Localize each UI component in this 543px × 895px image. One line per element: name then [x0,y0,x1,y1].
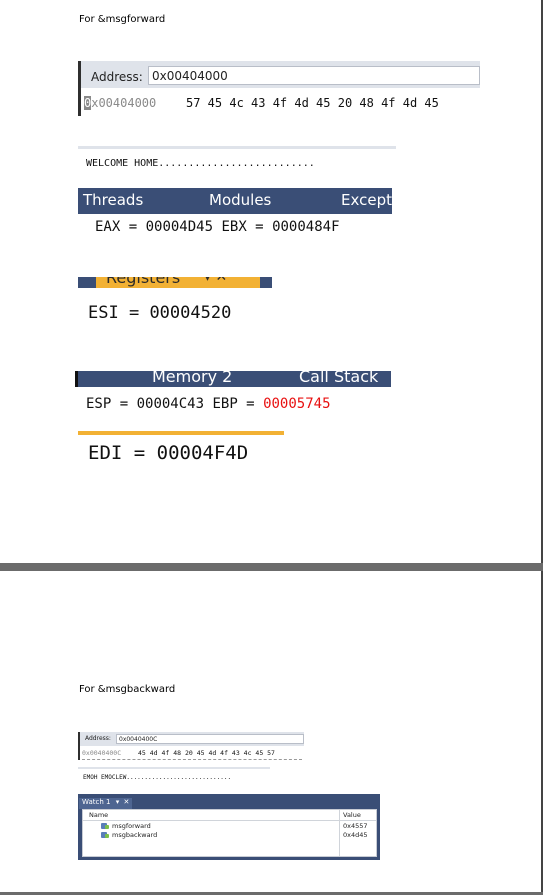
memory-row-address-text: x00404000 [91,96,157,110]
tab-call-stack[interactable]: Call Stack [299,371,378,386]
registers-tab-strip: Registers ▾ ✕ [78,277,272,288]
watch-row[interactable]: msgbackward 0x4d45 [83,831,376,840]
ebp-value: 00005745 [263,396,331,412]
memory-row-next-2 [82,759,302,761]
ascii-text: WELCOME HOME.......................... [86,158,315,169]
watch-close-icon[interactable]: ✕ [123,798,129,806]
address-input-2[interactable]: 0x0040400C [116,734,304,744]
page-1: For &msgforward Address: 0x00404000 0x00… [0,0,541,563]
watch-pin-icon[interactable]: ▾ [116,798,120,806]
watch-window: Watch 1 ▾ ✕ Name Value msgforward 0x4557… [78,794,380,860]
watch-col-name[interactable]: Name [89,811,108,819]
esi-value: 00004520 [149,303,232,323]
ebx-value: 0000484F [272,219,340,235]
ascii-view-1: WELCOME HOME.......................... [78,146,396,172]
watch-row-name: msgforward [112,822,151,830]
registers-tab-left-edge [78,277,96,288]
watch-col-value[interactable]: Value [343,811,361,819]
registers-tab-label: Registers [106,277,181,287]
edi-panel-top-border [78,431,284,435]
tab-memory-2[interactable]: Memory 2 [152,371,232,386]
address-label: Address: [91,70,143,84]
watch-grid: Name Value msgforward 0x4557 msgbackward… [82,809,377,857]
esp-label: ESP = [86,396,129,412]
memory-row-address-2: 0x0040400C [82,749,122,757]
registers-line-esi: ESI = 00004520 [88,303,231,323]
edi-label: EDI = [88,442,146,464]
ascii-text-2: EMOH EMOCLEW............................… [83,774,232,781]
memory-row-bytes: 57 45 4c 43 4f 4d 45 20 48 4f 4d 45 [186,96,439,110]
registers-line-esp-ebp: ESP = 00004C43 EBP = 00005745 [86,396,331,412]
registers-line-eax-ebx: EAX = 00004D45 EBX = 0000484F [95,219,340,235]
memory-window-1: Address: 0x00404000 0x00404000 57 45 4c … [78,61,480,117]
memory-row-address: 0x00404000 [84,96,157,110]
ascii-view-2: EMOH EMOCLEW............................… [78,767,270,783]
eax-label: EAX = [95,219,138,235]
registers-tab-right-edge [260,277,272,288]
memory-window-2: Address: 0x0040400C 0x0040400C 45 4d 4f … [78,732,304,762]
address-input[interactable]: 0x00404000 [148,66,480,85]
edi-value: 00004F4D [156,442,249,464]
esi-label: ESI = [88,303,140,323]
tab-modules[interactable]: Modules [209,191,271,209]
registers-tab-icons[interactable]: ▾ ✕ [204,277,227,285]
ebp-label: EBP = [212,396,255,412]
ebx-label: EBX = [221,219,264,235]
tab-bar-2-left-edge [75,371,78,387]
watch-row-value: 0x4d45 [343,831,368,839]
page-1-heading: For &msgforward [79,14,166,25]
watch-header-line [83,820,376,821]
tab-threads[interactable]: Threads [83,191,143,209]
address-label-2: Address: [85,735,111,742]
variable-icon-badge [105,834,109,838]
memory-row-left-border [78,88,81,116]
watch-tab[interactable]: Watch 1 ▾ ✕ [79,798,133,809]
memory-row-bytes-2: 45 4d 4f 48 20 45 4d 4f 43 4c 45 57 [138,749,275,757]
variable-icon-badge [105,825,109,829]
watch-row-name: msgbackward [112,831,158,839]
memory-row-left-border-2 [78,746,80,760]
watch-tab-title: Watch 1 [82,798,111,806]
registers-line-edi: EDI = 00004F4D [88,442,248,464]
eax-value: 00004D45 [145,219,214,235]
watch-row-value: 0x4557 [343,822,368,830]
page-2-heading: For &msgbackward [79,684,176,695]
tab-exception[interactable]: Except [341,191,392,209]
watch-row[interactable]: msgforward 0x4557 [83,822,376,831]
debug-tab-bar-2: Memory 2 Call Stack [75,371,391,387]
debug-tab-bar-1: Threads Modules Except [78,188,392,214]
esp-value: 00004C43 [136,396,205,412]
registers-tab[interactable]: Registers ▾ ✕ [96,277,260,288]
page-2: For &msgbackward Address: 0x0040400C 0x0… [0,571,541,892]
